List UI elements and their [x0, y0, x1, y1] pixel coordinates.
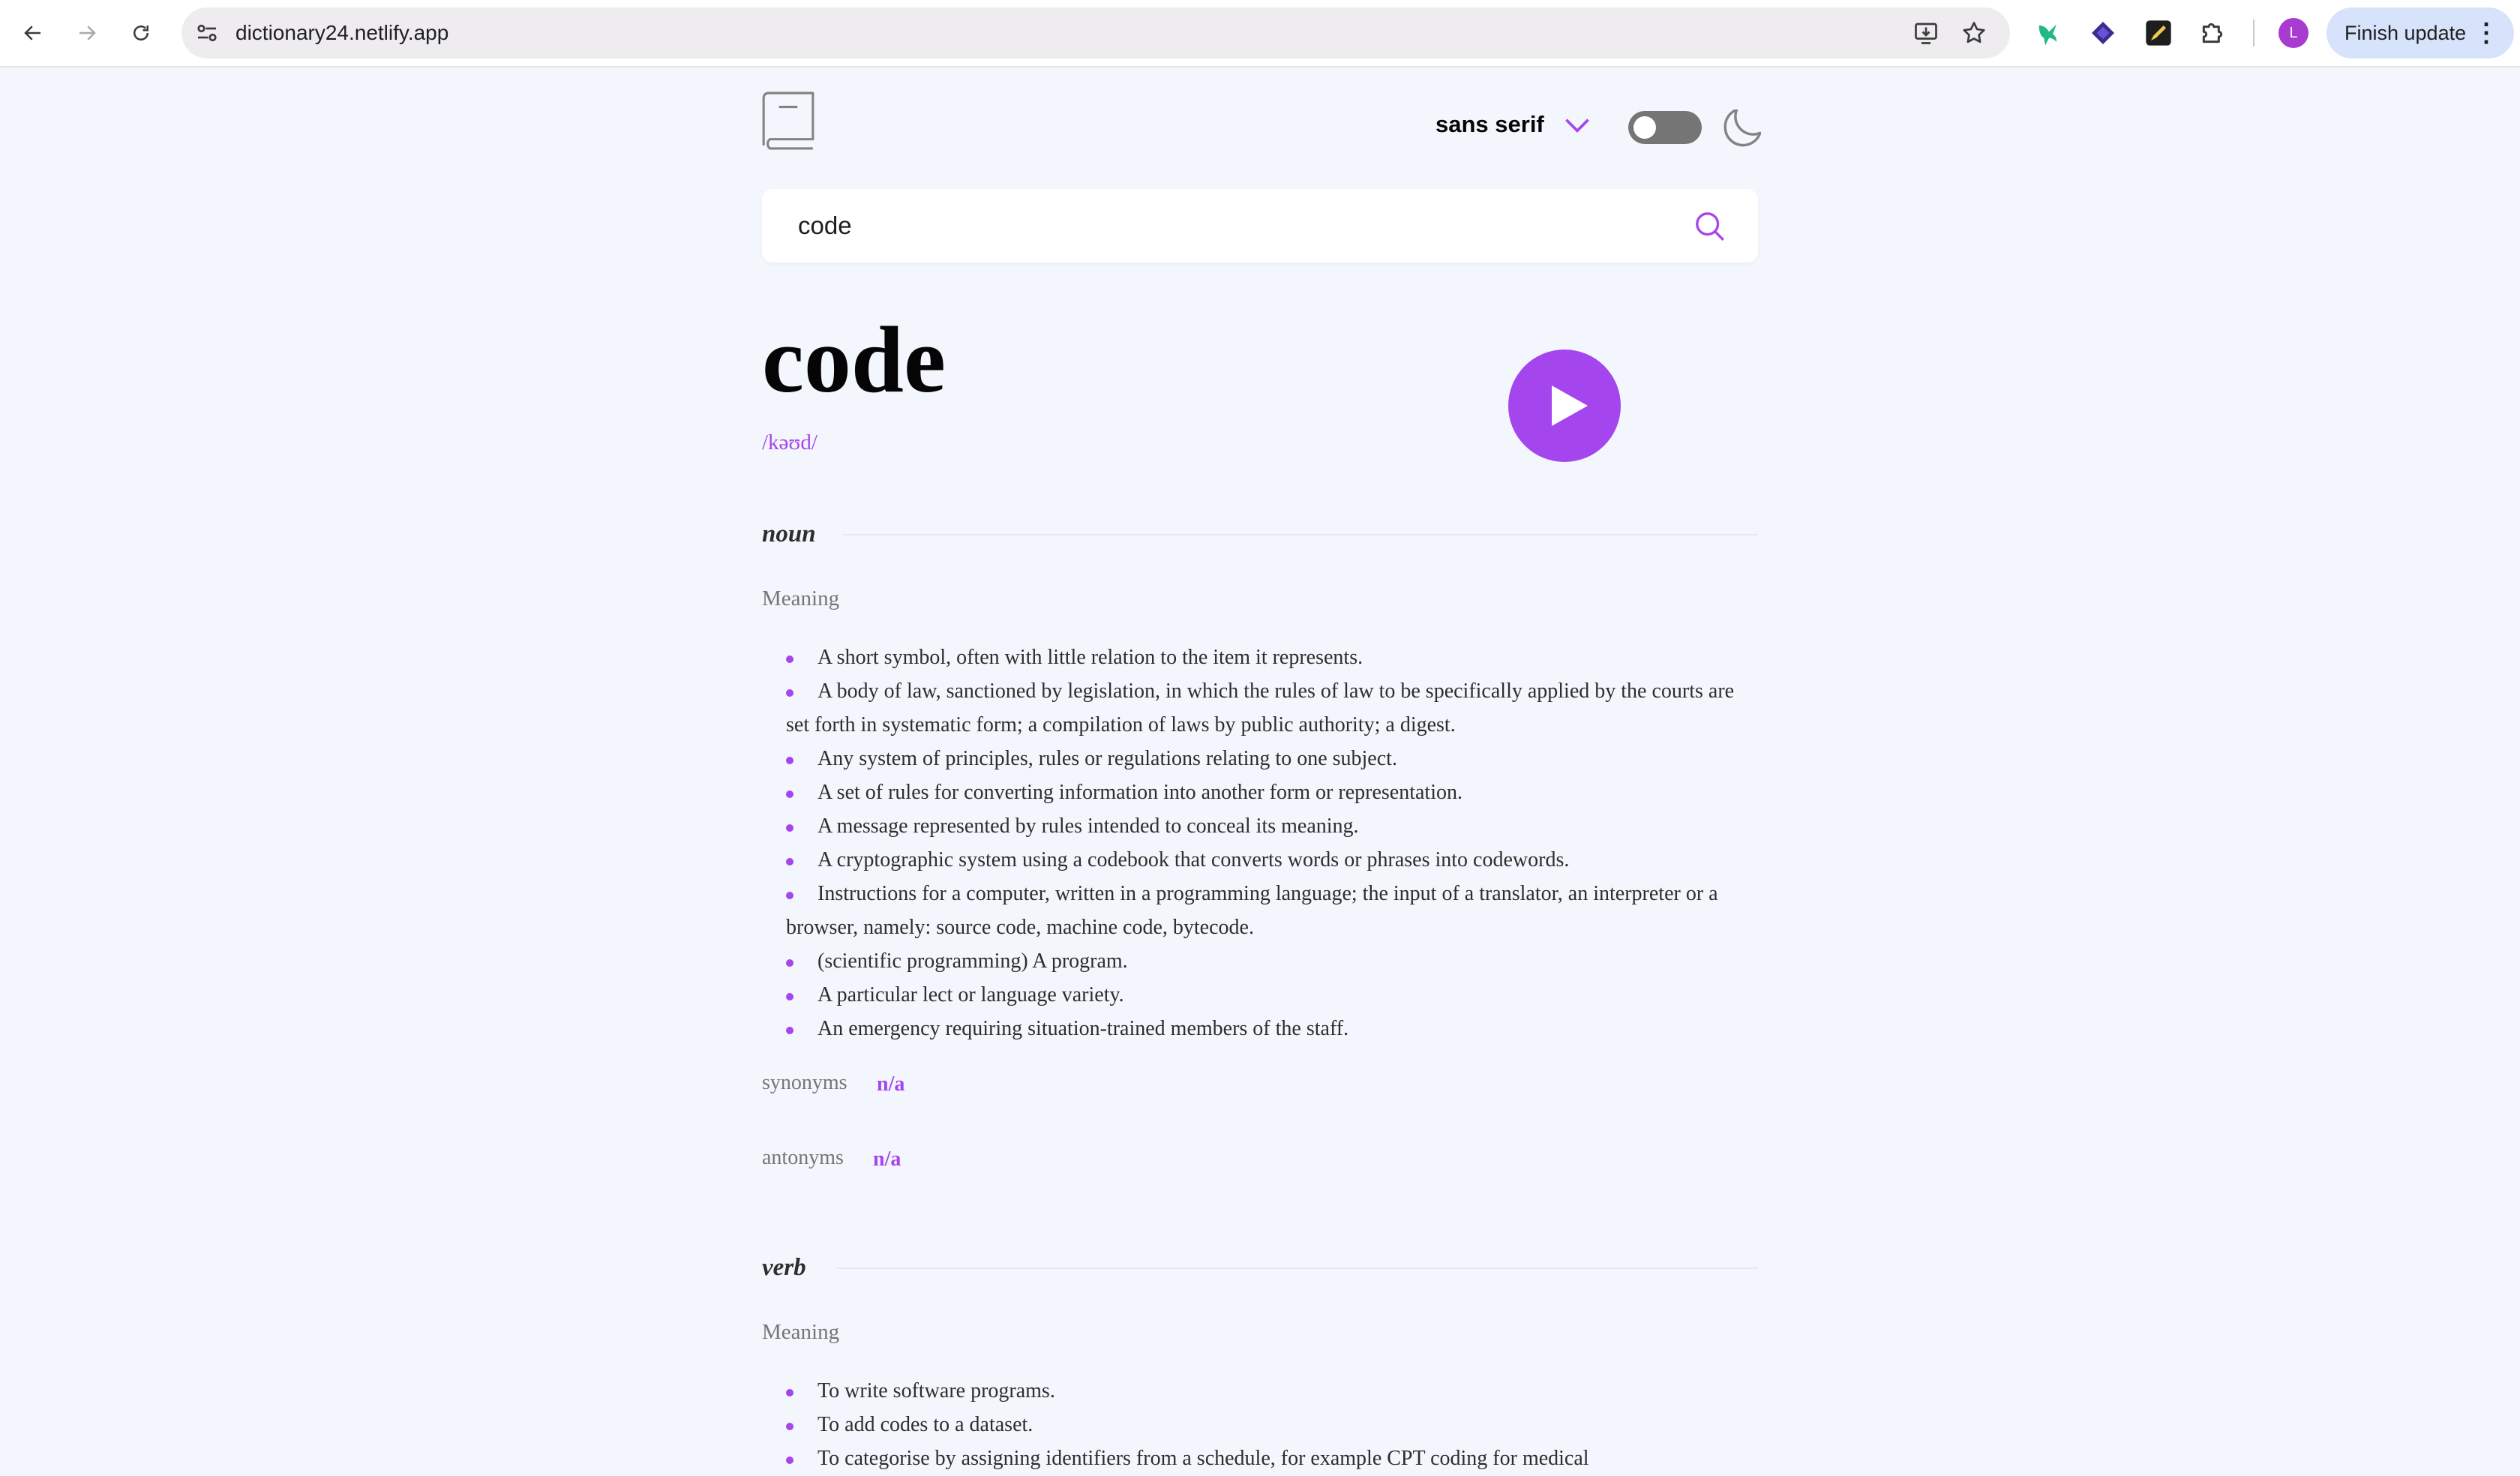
definition-item: A set of rules for converting informatio… — [786, 776, 1746, 809]
part-of-speech-noun: noun — [762, 520, 816, 548]
dictionary-app: sans serif code /kəʊd/ noun Meaning A sh… — [762, 68, 1761, 1476]
definition-item: Instructions for a computer, written in … — [786, 877, 1746, 944]
definition-item: To add codes to a dataset. — [786, 1408, 1746, 1442]
menu-dots-icon: ⋮ — [2474, 19, 2499, 47]
book-logo-icon — [762, 92, 814, 150]
definition-item: A cryptographic system using a codebook … — [786, 843, 1746, 877]
section-divider — [837, 1268, 1758, 1269]
definition-item: A message represented by rules intended … — [786, 809, 1746, 843]
url-text[interactable]: dictionary24.netlify.app — [236, 8, 448, 58]
word-heading: code — [762, 308, 946, 412]
back-button[interactable] — [15, 15, 51, 51]
profile-avatar[interactable]: L — [2278, 18, 2308, 48]
hummingbird-extension-icon[interactable] — [2032, 16, 2066, 50]
part-of-speech-verb: verb — [762, 1254, 806, 1281]
finish-update-label: Finish update — [2344, 22, 2467, 44]
search-input[interactable] — [798, 189, 1623, 262]
browser-toolbar: dictionary24.netlify.app L Finish update… — [0, 0, 2520, 68]
phonetic-text: /kəʊd/ — [762, 430, 818, 454]
extensions-puzzle-icon[interactable] — [2196, 16, 2229, 50]
antonyms-value[interactable]: n/a — [873, 1148, 901, 1172]
definition-item: A particular lect or language variety. — [786, 978, 1746, 1012]
section-divider — [843, 534, 1758, 536]
play-audio-button[interactable] — [1508, 350, 1621, 462]
theme-toggle[interactable] — [1628, 111, 1702, 144]
layers-extension-icon[interactable] — [2086, 16, 2120, 50]
definition-item: A short symbol, often with little relati… — [786, 640, 1746, 674]
play-icon — [1552, 386, 1588, 426]
toolbar-divider — [2253, 20, 2254, 46]
back-arrow-icon — [24, 26, 40, 40]
definition-item: (scientific programming) A program. — [786, 944, 1746, 978]
chevron-down-icon[interactable] — [1564, 114, 1590, 136]
definition-item: Any system of principles, rules or regul… — [786, 742, 1746, 776]
definition-item: To write software programs. — [786, 1374, 1746, 1408]
definition-item: A body of law, sanctioned by legislation… — [786, 674, 1746, 742]
moon-icon — [1724, 110, 1761, 147]
address-bar[interactable]: dictionary24.netlify.app — [182, 8, 2010, 58]
antonyms-label: antonyms — [762, 1146, 844, 1169]
forward-arrow-icon — [80, 26, 96, 40]
synonyms-label: synonyms — [762, 1071, 848, 1094]
definition-item: An emergency requiring situation-trained… — [786, 1012, 1746, 1046]
site-settings-icon[interactable] — [194, 20, 220, 46]
reload-icon — [134, 26, 148, 40]
bookmark-star-icon[interactable] — [1960, 20, 1988, 46]
finish-update-button[interactable]: Finish update ⋮ — [2326, 8, 2514, 58]
forward-button[interactable] — [69, 15, 105, 51]
definition-item: To categorise by assigning identifiers f… — [786, 1442, 1746, 1475]
toggle-knob — [1634, 116, 1656, 139]
install-app-icon[interactable] — [1912, 20, 1940, 46]
meaning-label: Meaning — [762, 586, 840, 610]
noun-definitions: A short symbol, often with little relati… — [786, 640, 1746, 1046]
search-icon[interactable] — [1695, 212, 1725, 242]
search-box — [762, 189, 1758, 262]
pen-extension-icon[interactable] — [2142, 16, 2175, 50]
reload-button[interactable] — [123, 15, 159, 51]
font-selector[interactable]: sans serif — [1436, 111, 1544, 138]
synonyms-value[interactable]: n/a — [877, 1072, 904, 1096]
meaning-label: Meaning — [762, 1320, 840, 1344]
verb-definitions: To write software programs. To add codes… — [786, 1374, 1746, 1475]
